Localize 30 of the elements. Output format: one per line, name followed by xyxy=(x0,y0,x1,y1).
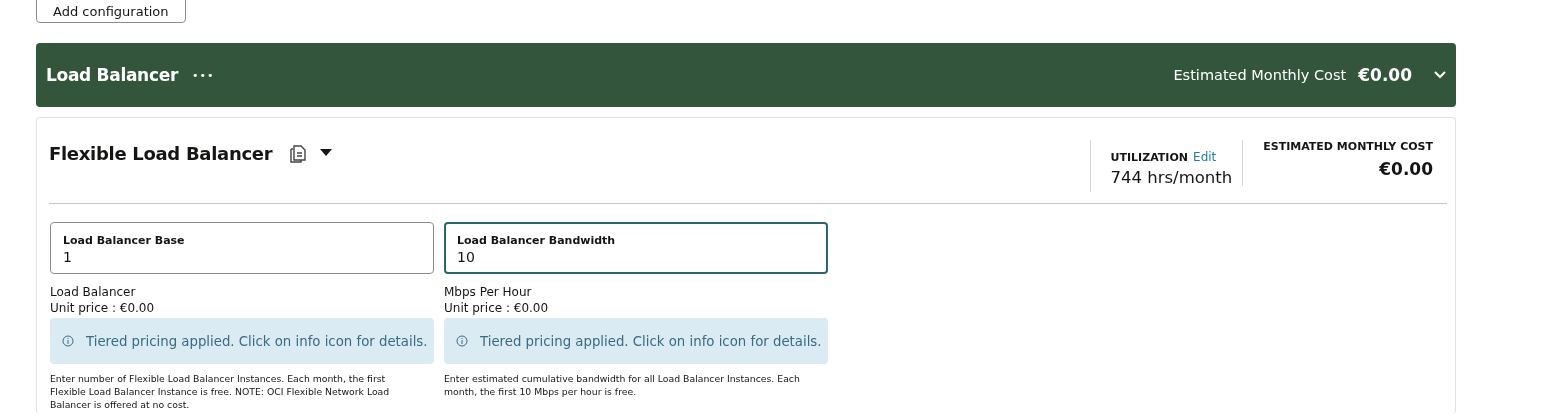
input-field[interactable]: 1 xyxy=(63,248,421,266)
field-label: Load Balancer Bandwidth xyxy=(457,234,617,248)
info-icon[interactable] xyxy=(456,335,468,347)
number-field[interactable]: Load Balancer Bandwidth 10 xyxy=(444,222,828,274)
edit-link[interactable]: Edit xyxy=(1193,150,1217,164)
utilization-value: 744 hrs/month xyxy=(1110,168,1233,187)
cost-label: ESTIMATED MONTHLY COST xyxy=(1263,140,1433,153)
chevron-icon[interactable] xyxy=(1434,71,1446,79)
document-icon[interactable] xyxy=(290,145,307,163)
unit-label: Load Balancer xyxy=(50,284,137,300)
section-title: Load Balancer xyxy=(46,65,178,85)
utilization-label: UTILIZATION xyxy=(1110,151,1188,164)
card-title: Flexible Load Balancer xyxy=(49,143,273,164)
unit-price: Unit price : €0.00 xyxy=(444,300,550,316)
dropdown-arrow-icon[interactable] xyxy=(320,149,333,156)
cost-value: €0.00 xyxy=(1379,159,1433,179)
number-field[interactable]: Load Balancer Base 1 xyxy=(50,222,434,274)
input-field[interactable]: 10 xyxy=(457,248,815,266)
unit-price: Unit price : €0.00 xyxy=(50,300,156,316)
more-button[interactable]: ••• xyxy=(192,68,215,82)
field-label: Load Balancer Base xyxy=(63,234,186,248)
unit-label: Mbps Per Hour xyxy=(444,284,533,300)
info-icon[interactable] xyxy=(62,335,74,347)
cost-value: €0.00 xyxy=(1358,65,1412,85)
help-text: Enter number of Flexible Load Balancer Instances. Each month, the first Flexible Load Balancer Instance is free. NOTE: OCI Flexible Network Load Balancer is offered at no cost. xyxy=(50,372,391,411)
cost-label: Estimated Monthly Cost xyxy=(1173,67,1347,83)
add-configuration-button[interactable]: Add configuration xyxy=(36,0,186,23)
help-text: Enter estimated cumulative bandwidth for all Load Balancer Instances. Each month, the first 10 Mbps per hour is free. xyxy=(444,372,801,398)
info-notice: Tiered pricing applied. Click on info icon for details. xyxy=(50,318,434,364)
info-notice: Tiered pricing applied. Click on info icon for details. xyxy=(444,318,828,364)
